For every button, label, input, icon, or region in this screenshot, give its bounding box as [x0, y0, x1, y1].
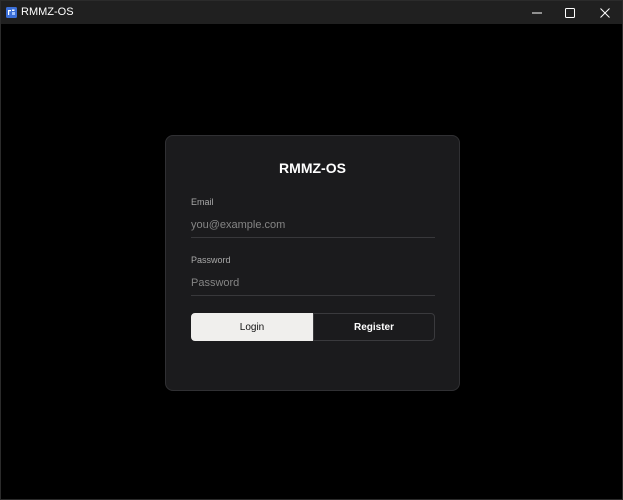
maximize-icon	[565, 7, 575, 18]
close-button[interactable]	[585, 1, 623, 24]
password-field[interactable]	[191, 270, 435, 296]
maximize-button[interactable]	[550, 1, 590, 24]
app-content: RMMZ-OS Email Password Login Register	[1, 24, 622, 499]
register-button[interactable]: Register	[313, 313, 435, 341]
close-icon	[600, 7, 610, 18]
login-card: RMMZ-OS Email Password Login Register	[165, 135, 460, 391]
password-label: Password	[191, 255, 231, 265]
email-field[interactable]	[191, 212, 435, 238]
title-bar[interactable]: RMMZ-OS	[1, 1, 622, 24]
card-title: RMMZ-OS	[279, 160, 346, 176]
app-window: RMMZ-OS RMMZ-OS Email Password Login	[0, 0, 623, 500]
window-title: RMMZ-OS	[21, 6, 74, 18]
login-button[interactable]: Login	[191, 313, 313, 341]
minimize-icon	[532, 12, 542, 13]
email-label: Email	[191, 197, 214, 207]
app-logo-icon	[6, 7, 17, 18]
